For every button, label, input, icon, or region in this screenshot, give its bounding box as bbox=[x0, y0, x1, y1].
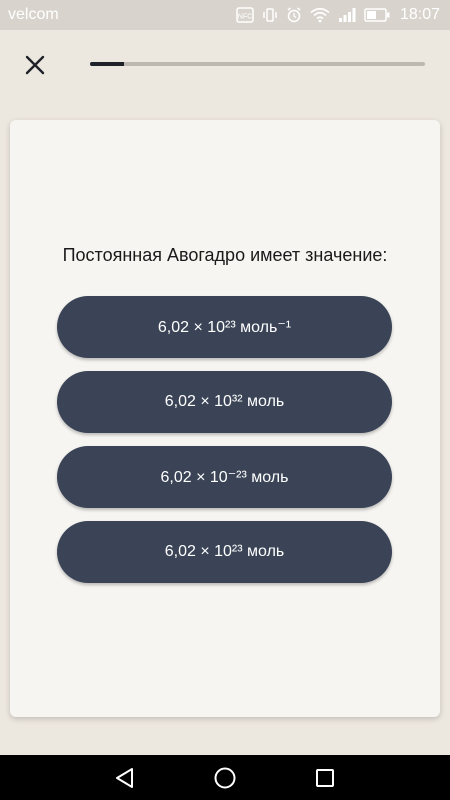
answer-label: 6,02 × 10²³ моль bbox=[164, 543, 285, 560]
close-button[interactable] bbox=[18, 48, 52, 82]
close-icon bbox=[25, 55, 45, 75]
carrier-name: velcom bbox=[8, 6, 59, 23]
progress-fill bbox=[90, 62, 124, 66]
status-bar: velcom NFC 18:07 bbox=[0, 0, 450, 30]
signal-icon bbox=[338, 8, 356, 22]
answer-label: 6,02 × 10⁻²³ моль bbox=[160, 469, 289, 486]
clock: 18:07 bbox=[399, 6, 440, 23]
question-text: Постоянная Авогадро имеет значение: bbox=[62, 245, 388, 265]
status-icons: NFC 18:07 bbox=[236, 6, 440, 24]
nfc-label: NFC bbox=[238, 14, 252, 21]
vibrate-icon bbox=[263, 8, 277, 22]
wifi-icon bbox=[310, 7, 330, 23]
answer-button-4[interactable]: 6,02 × 10²³ моль bbox=[57, 521, 392, 583]
question-card: Постоянная Авогадро имеет значение: 6,02… bbox=[10, 120, 440, 717]
alarm-icon bbox=[287, 7, 301, 23]
nfc-icon: NFC bbox=[236, 7, 254, 23]
battery-icon bbox=[364, 8, 390, 22]
progress-bar bbox=[90, 62, 425, 66]
navigation-bar bbox=[0, 755, 450, 800]
answer-button-2[interactable]: 6,02 × 10³² моль bbox=[57, 371, 392, 433]
back-icon bbox=[116, 767, 133, 788]
recents-icon bbox=[316, 768, 334, 787]
nav-recents-button[interactable] bbox=[305, 758, 345, 798]
answer-button-3[interactable]: 6,02 × 10⁻²³ моль bbox=[57, 446, 392, 508]
answer-label: 6,02 × 10³² моль bbox=[164, 393, 285, 410]
answer-label: 6,02 × 10²³ моль⁻¹ bbox=[157, 319, 292, 336]
nav-back-button[interactable] bbox=[105, 758, 145, 798]
nav-home-button[interactable] bbox=[205, 758, 245, 798]
home-icon bbox=[214, 767, 236, 788]
answer-button-1[interactable]: 6,02 × 10²³ моль⁻¹ bbox=[57, 296, 392, 358]
